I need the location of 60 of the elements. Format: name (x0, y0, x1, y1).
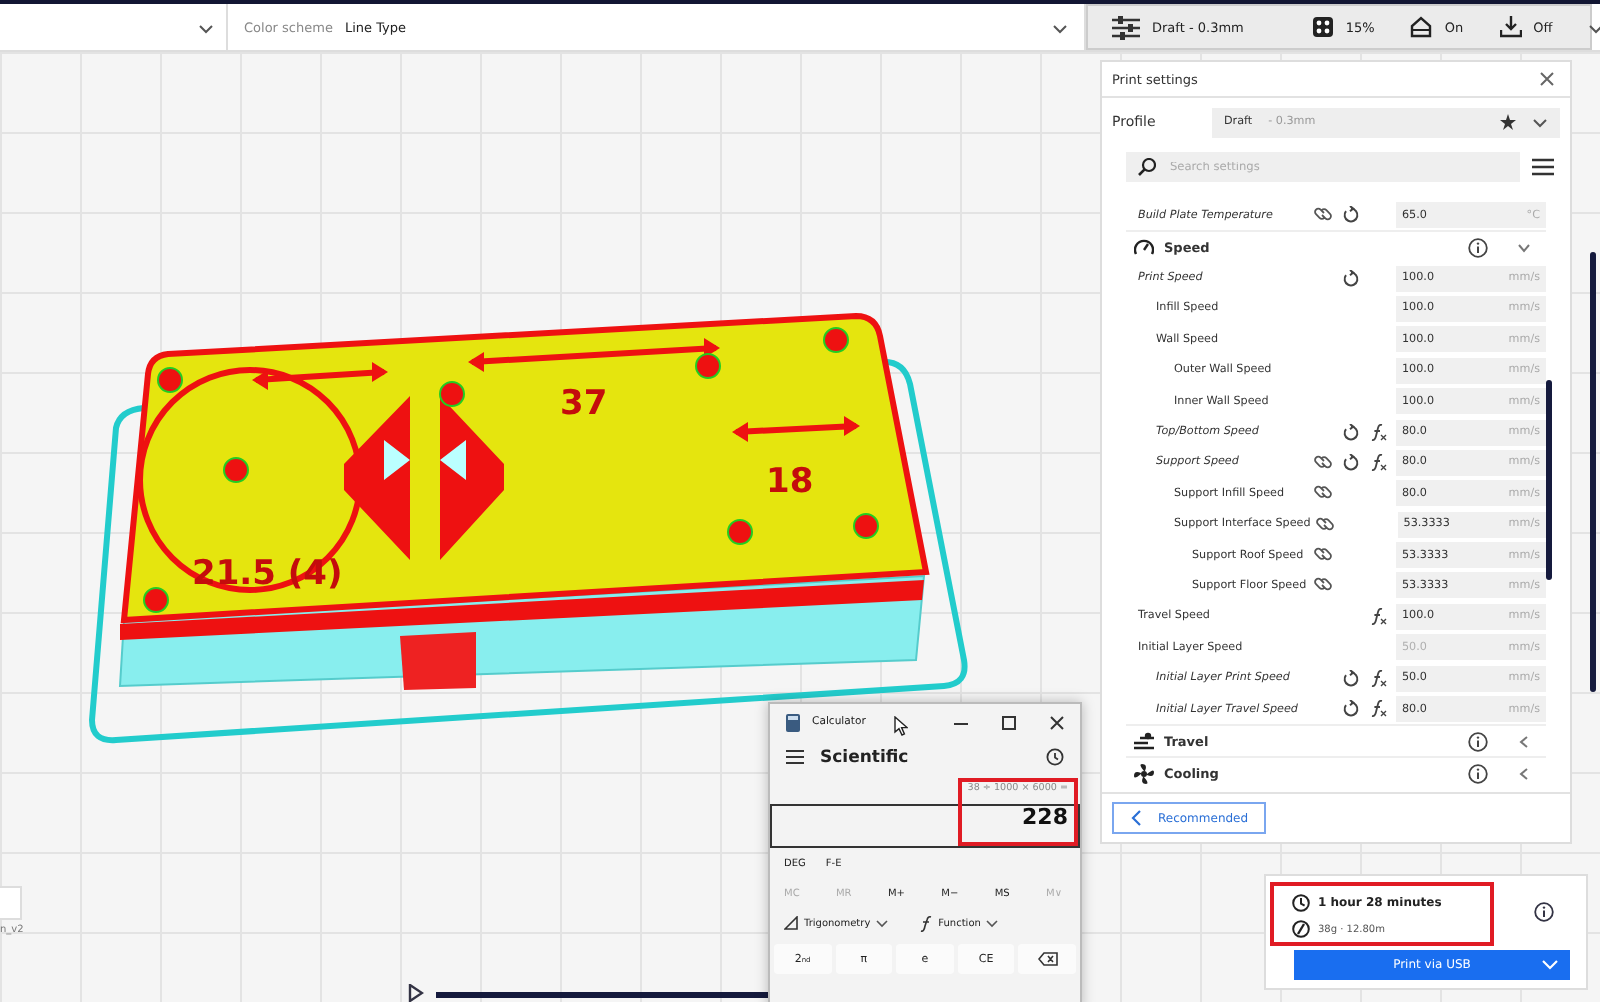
chevron-left-icon (1518, 735, 1530, 748)
chevron-down-icon (1542, 960, 1558, 970)
function-icon (920, 915, 933, 931)
link-icon[interactable] (1313, 484, 1331, 503)
menu-icon[interactable] (1532, 158, 1554, 176)
calculator-mode: Scientific (820, 747, 909, 767)
function-icon[interactable] (1369, 453, 1387, 472)
close-icon[interactable] (1050, 715, 1064, 729)
menu-icon[interactable] (786, 750, 804, 764)
close-icon[interactable] (1540, 72, 1554, 86)
fan-icon (1134, 763, 1154, 784)
reset-icon[interactable] (1341, 423, 1359, 442)
link-icon[interactable] (1315, 515, 1334, 534)
link-icon[interactable] (1313, 546, 1331, 565)
triangle-icon (784, 916, 798, 930)
search-icon (1138, 158, 1156, 176)
model-label: 18 (766, 462, 814, 502)
info-icon (1468, 237, 1488, 258)
object-list-field[interactable] (0, 886, 22, 920)
reset-icon[interactable] (1341, 269, 1359, 288)
sliders-icon (1112, 15, 1140, 39)
timeline-slider[interactable] (436, 992, 770, 998)
caret-icon (198, 21, 214, 33)
star-icon (1500, 114, 1516, 130)
calculation-result: 228 (1022, 804, 1068, 830)
backspace-icon (1037, 952, 1058, 966)
caret-icon (876, 919, 889, 927)
mouse-cursor-icon (894, 716, 908, 736)
scrollbar-thumb[interactable] (1546, 380, 1552, 580)
function-icon[interactable] (1369, 423, 1387, 442)
backspace-key[interactable] (1018, 944, 1076, 974)
link-icon[interactable] (1313, 576, 1331, 595)
clock-icon (1292, 894, 1310, 912)
maximize-icon[interactable] (1002, 715, 1016, 729)
infill-icon (1311, 16, 1334, 38)
adhesion-icon (1499, 16, 1522, 38)
function-icon[interactable] (1369, 607, 1387, 626)
caret-icon (1052, 21, 1068, 33)
chevron-left-icon (1130, 810, 1142, 826)
reset-icon[interactable] (1341, 206, 1359, 225)
model-label: 37 (560, 384, 608, 424)
layer-slider[interactable] (1590, 252, 1596, 692)
spool-icon (1292, 920, 1310, 938)
chevron-left-icon (1518, 767, 1530, 780)
gauge-icon (1134, 237, 1154, 258)
caret-icon (1588, 21, 1600, 33)
play-icon[interactable] (408, 984, 424, 1002)
info-icon (1468, 763, 1488, 784)
calculator-icon (786, 713, 800, 731)
history-icon[interactable] (1046, 748, 1064, 766)
travel-icon (1134, 731, 1154, 752)
support-icon (1410, 16, 1433, 38)
reset-icon[interactable] (1341, 453, 1359, 472)
link-icon[interactable] (1313, 206, 1331, 225)
link-icon[interactable] (1313, 453, 1331, 472)
info-icon (1468, 731, 1488, 752)
info-icon[interactable] (1534, 902, 1554, 922)
caret-icon (1532, 116, 1548, 128)
chevron-down-icon (1518, 241, 1530, 254)
caret-icon (986, 919, 999, 927)
